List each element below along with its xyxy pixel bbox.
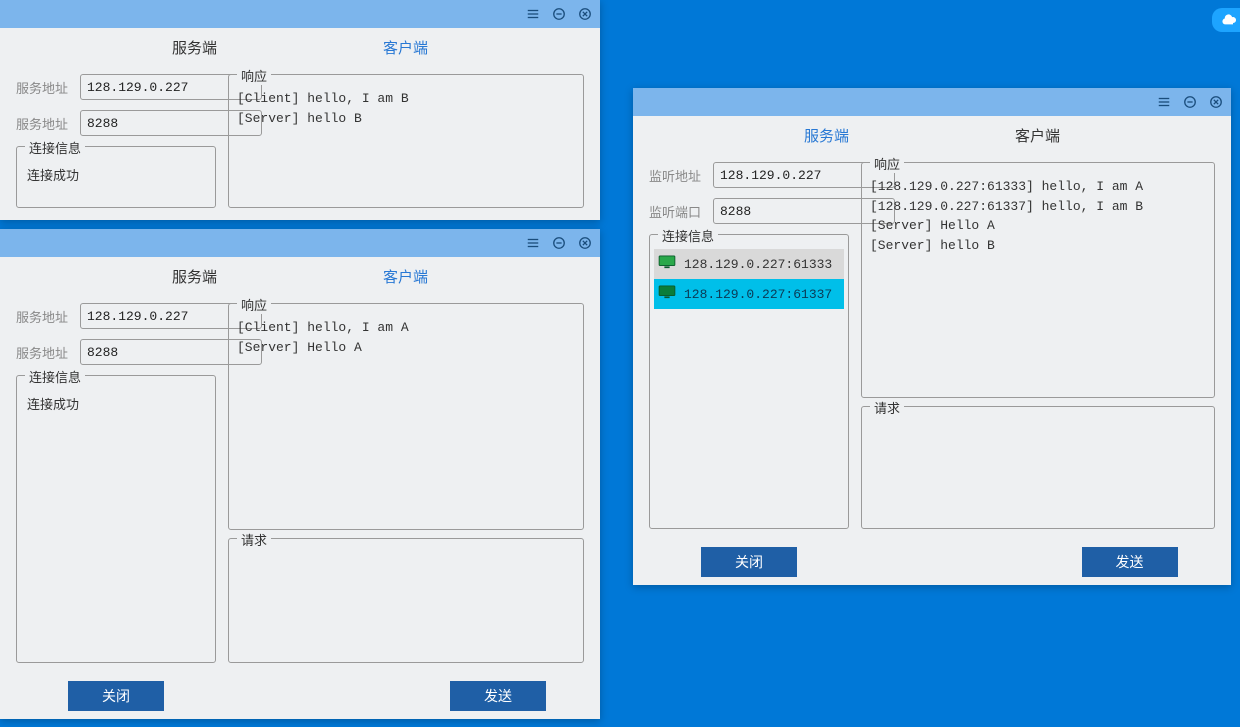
conn-info-legend: 连接信息 bbox=[25, 138, 85, 157]
response-log: [Client] hello, I am A [Server] Hello A bbox=[237, 318, 575, 357]
listen-address-label: 监听地址 bbox=[649, 166, 705, 185]
request-text[interactable] bbox=[870, 421, 1206, 441]
menu-icon[interactable] bbox=[524, 234, 542, 252]
service-address-label: 服务地址 bbox=[16, 307, 72, 326]
tab-server[interactable]: 服务端 bbox=[164, 262, 225, 291]
request-legend: 请求 bbox=[237, 530, 271, 549]
minimize-icon[interactable] bbox=[550, 5, 568, 23]
service-address-label: 服务地址 bbox=[16, 78, 72, 97]
titlebar bbox=[0, 0, 600, 28]
menu-icon[interactable] bbox=[1155, 93, 1173, 111]
connection-label: 128.129.0.227:61333 bbox=[684, 257, 832, 272]
close-button[interactable]: 关闭 bbox=[68, 681, 164, 711]
tab-bar: 服务端 客户端 bbox=[0, 257, 600, 295]
window-server: 服务端 客户端 监听地址 监听端口 连接信息 128.129.0.227:613… bbox=[633, 88, 1231, 585]
computer-icon bbox=[658, 255, 676, 273]
connection-item[interactable]: 128.129.0.227:61333 bbox=[654, 249, 844, 279]
service-port-label: 服务地址 bbox=[16, 343, 72, 362]
tab-client[interactable]: 客户端 bbox=[375, 262, 436, 291]
response-legend: 响应 bbox=[870, 154, 904, 173]
connection-label: 128.129.0.227:61337 bbox=[684, 287, 832, 302]
minimize-icon[interactable] bbox=[1181, 93, 1199, 111]
response-log: [Client] hello, I am B [Server] hello B bbox=[237, 89, 575, 128]
request-legend: 请求 bbox=[870, 398, 904, 417]
window-client-b: 服务端 客户端 服务地址 服务地址 连接信息 连接成功 响应 [Client] … bbox=[0, 0, 600, 220]
conn-status-text: 连接成功 bbox=[25, 390, 207, 417]
request-text[interactable] bbox=[237, 553, 575, 573]
menu-icon[interactable] bbox=[524, 5, 542, 23]
close-button[interactable]: 关闭 bbox=[701, 547, 797, 577]
minimize-icon[interactable] bbox=[550, 234, 568, 252]
connection-item[interactable]: 128.129.0.227:61337 bbox=[654, 279, 844, 309]
send-button[interactable]: 发送 bbox=[1082, 547, 1178, 577]
tab-server[interactable]: 服务端 bbox=[796, 121, 857, 150]
connection-list: 128.129.0.227:61333 128.129.0.227:61337 bbox=[654, 249, 844, 309]
desktop-widget[interactable] bbox=[1212, 8, 1240, 32]
close-icon[interactable] bbox=[576, 5, 594, 23]
window-client-a: 服务端 客户端 服务地址 服务地址 连接信息 连接成功 响应 [Client] … bbox=[0, 229, 600, 719]
titlebar bbox=[633, 88, 1231, 116]
tab-bar: 服务端 客户端 bbox=[0, 28, 600, 66]
service-port-label: 服务地址 bbox=[16, 114, 72, 133]
listen-port-label: 监听端口 bbox=[649, 202, 705, 221]
tab-server[interactable]: 服务端 bbox=[164, 33, 225, 62]
conn-info-legend: 连接信息 bbox=[658, 226, 718, 245]
computer-icon bbox=[658, 285, 676, 303]
response-legend: 响应 bbox=[237, 295, 271, 314]
tab-client[interactable]: 客户端 bbox=[1007, 121, 1068, 150]
tab-client[interactable]: 客户端 bbox=[375, 33, 436, 62]
titlebar bbox=[0, 229, 600, 257]
close-icon[interactable] bbox=[1207, 93, 1225, 111]
conn-info-legend: 连接信息 bbox=[25, 367, 85, 386]
response-log: [128.129.0.227:61333] hello, I am A [128… bbox=[870, 177, 1206, 255]
response-legend: 响应 bbox=[237, 66, 271, 85]
cloud-icon bbox=[1221, 11, 1239, 29]
send-button[interactable]: 发送 bbox=[450, 681, 546, 711]
conn-status-text: 连接成功 bbox=[25, 161, 207, 188]
close-icon[interactable] bbox=[576, 234, 594, 252]
tab-bar: 服务端 客户端 bbox=[633, 116, 1231, 154]
